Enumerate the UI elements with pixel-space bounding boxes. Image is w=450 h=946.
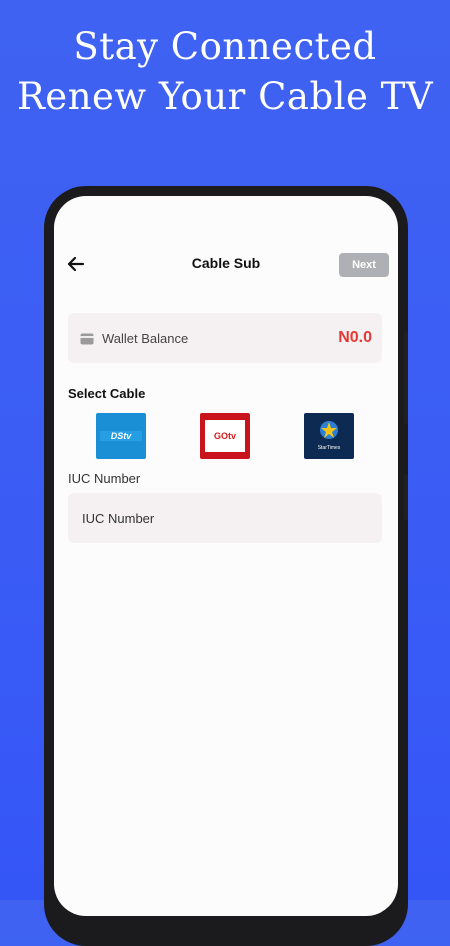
promo-headline: Stay Connected Renew Your Cable TV <box>0 22 450 122</box>
startimes-logo: StarTimes <box>304 413 354 459</box>
provider-startimes[interactable]: StarTimes <box>304 413 354 459</box>
provider-gotv[interactable]: GOtv <box>200 413 250 459</box>
phone-side-button-upper <box>404 332 408 424</box>
wallet-balance-card: Wallet Balance N0.0 <box>68 313 382 363</box>
iuc-number-label: IUC Number <box>68 471 141 486</box>
wallet-card-icon <box>80 332 94 345</box>
headline-line-1: Stay Connected <box>73 25 377 68</box>
app-screen: Cable Sub Next Wallet Balance N0.0 Selec… <box>54 196 398 916</box>
dstv-logo-text: DStv <box>111 431 132 441</box>
select-cable-heading: Select Cable <box>68 386 146 401</box>
phone-side-button-lower <box>404 474 408 520</box>
gotv-logo: GOtv <box>200 413 250 459</box>
gotv-logo-text: GOtv <box>214 431 236 441</box>
headline-line-2: Renew Your Cable TV <box>16 75 434 118</box>
iuc-number-input[interactable] <box>68 493 382 543</box>
startimes-logo-text: StarTimes <box>318 445 341 451</box>
wallet-balance-label: Wallet Balance <box>102 331 189 346</box>
wallet-balance-amount: N0.0 <box>338 329 372 346</box>
provider-dstv[interactable]: DStv <box>96 413 146 459</box>
dstv-logo: DStv <box>96 413 146 459</box>
next-button[interactable]: Next <box>339 253 389 277</box>
